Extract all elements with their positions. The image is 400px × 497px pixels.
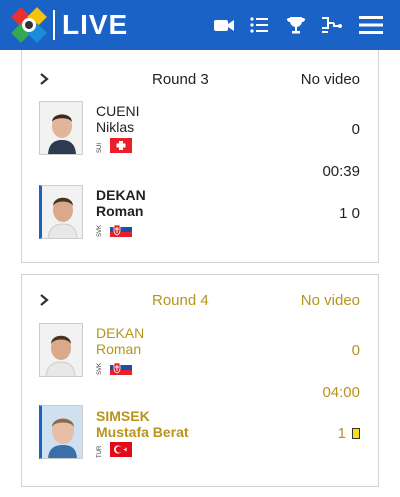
- athlete-photo: [39, 101, 83, 155]
- hamburger-menu-icon[interactable]: [358, 13, 384, 37]
- athlete-score: 1: [337, 425, 346, 442]
- country-code: TUR: [97, 445, 103, 458]
- flag-turkey-icon: [110, 442, 132, 457]
- match-time: 00:39: [322, 163, 360, 180]
- athlete-last-name: DEKAN: [96, 187, 146, 203]
- round-label: Round 4: [152, 292, 209, 309]
- athlete-score: 0: [351, 121, 360, 138]
- athlete-score-area: 1: [338, 425, 360, 442]
- flag-slovakia-icon: [110, 360, 132, 375]
- athlete-last-name: DEKAN: [96, 325, 145, 341]
- country-code: SUI: [97, 142, 103, 153]
- round-label: Round 3: [152, 71, 209, 88]
- athlete-first-name: Roman: [96, 203, 144, 219]
- athlete-first-name: Mustafa Berat: [96, 424, 189, 440]
- athlete-first-name: Niklas: [96, 119, 135, 135]
- list-icon[interactable]: [248, 13, 272, 37]
- video-camera-icon[interactable]: [212, 13, 236, 37]
- athlete-photo: [39, 185, 83, 239]
- logo-divider: [53, 10, 55, 40]
- match-card[interactable]: Round 4 No video DEKAN Roman SVK 0 04:00: [21, 274, 379, 487]
- video-status: No video: [300, 71, 360, 88]
- match-card[interactable]: Round 3 No video CUENI Niklas SUI 0 00:3…: [21, 50, 379, 263]
- judo-logo-icon[interactable]: [10, 4, 48, 46]
- chevron-right-icon[interactable]: [38, 72, 50, 86]
- athlete-photo: [39, 405, 83, 459]
- country-code: SVK: [97, 224, 103, 237]
- trophy-icon[interactable]: [284, 13, 308, 37]
- athlete-score: 0: [351, 342, 360, 359]
- athlete-last-name: CUENI: [96, 103, 140, 119]
- country-code: SVK: [97, 362, 103, 375]
- yellow-card-icon: [352, 428, 360, 439]
- athlete-last-name: SIMSEK: [96, 408, 150, 424]
- top-bar: LIVE: [0, 0, 400, 50]
- flag-slovakia-icon: [110, 222, 132, 237]
- athlete-photo: [39, 323, 83, 377]
- chevron-right-icon[interactable]: [38, 293, 50, 307]
- video-status: No video: [300, 292, 360, 309]
- app-title: LIVE: [62, 9, 129, 40]
- bracket-icon[interactable]: [320, 13, 344, 37]
- match-time: 04:00: [322, 384, 360, 401]
- athlete-score: 1 0: [339, 205, 360, 222]
- match-list: Round 3 No video CUENI Niklas SUI 0 00:3…: [0, 50, 400, 497]
- flag-switzerland-icon: [110, 138, 132, 153]
- athlete-first-name: Roman: [96, 341, 142, 357]
